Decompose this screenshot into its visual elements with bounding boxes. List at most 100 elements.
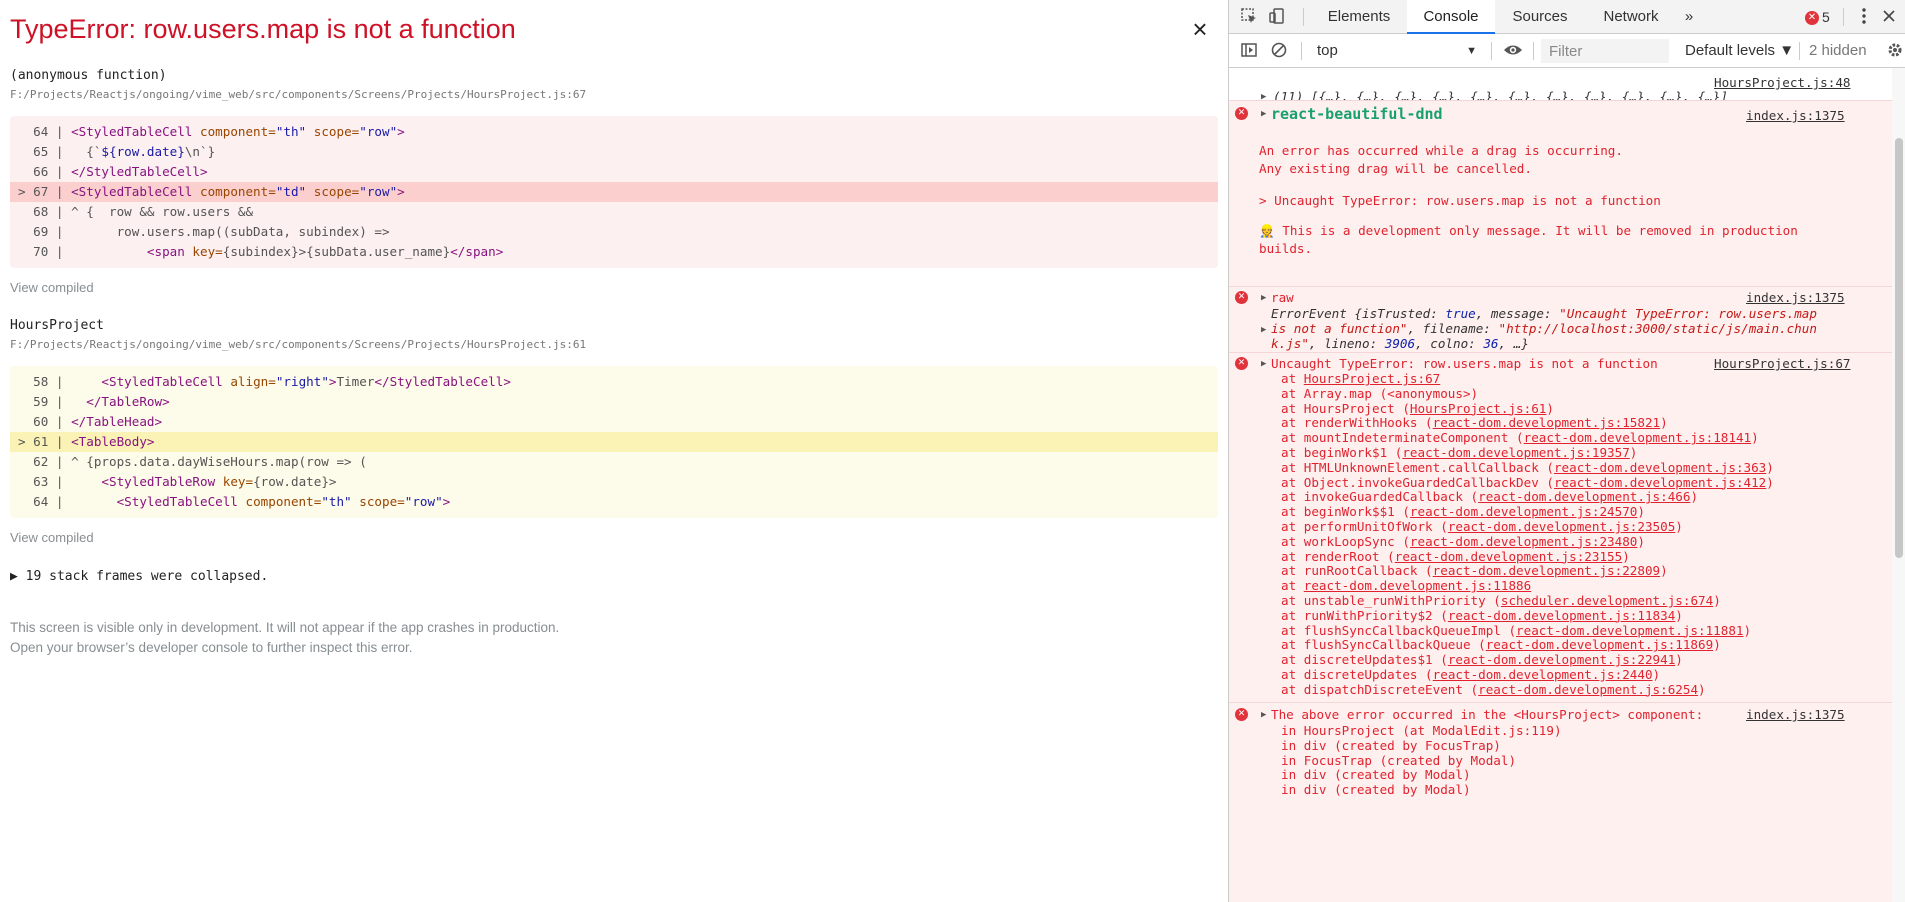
stack-frame-line: at HoursProject (HoursProject.js:61) xyxy=(1281,401,1554,416)
stack-frame-link[interactable]: react-dom.development.js:363 xyxy=(1554,460,1766,475)
code-line: 63 | <StyledTableRow key={row.date}> xyxy=(10,472,1218,492)
log-levels-dropdown[interactable]: Default levels ▼ xyxy=(1685,39,1794,63)
code-token: "row" xyxy=(359,124,398,139)
view-compiled-link[interactable]: View compiled xyxy=(10,530,94,545)
clear-console-icon[interactable] xyxy=(1269,41,1289,61)
device-toolbar-icon[interactable] xyxy=(1267,7,1287,27)
more-tabs-button[interactable]: » xyxy=(1677,0,1701,34)
code-token: "right" xyxy=(275,374,329,389)
tab-console[interactable]: Console xyxy=(1407,0,1495,34)
kebab-menu-icon[interactable] xyxy=(1854,7,1874,27)
source-link[interactable]: index.js:1375 xyxy=(1746,707,1845,722)
stack-frame-link[interactable]: react-dom.development.js:19357 xyxy=(1402,445,1629,460)
expand-triangle-icon[interactable]: ▶ xyxy=(1261,293,1266,303)
code-token: </span> xyxy=(450,244,504,259)
source-link[interactable]: HoursProject.js:67 xyxy=(1714,356,1850,371)
stack-frame-link[interactable]: react-dom.development.js:11834 xyxy=(1448,608,1675,623)
error-title: TypeError: row.users.map is not a functi… xyxy=(10,14,516,44)
code-line: 64 | <StyledTableCell component="th" sco… xyxy=(10,492,1218,512)
stack-frame-line: at workLoopSync (react-dom.development.j… xyxy=(1281,534,1645,549)
stack-frame-link[interactable]: react-dom.development.js:412 xyxy=(1554,475,1766,490)
toolbar-separator xyxy=(1843,8,1844,26)
collapsed-frames-toggle[interactable]: ▶ 19 stack frames were collapsed. xyxy=(10,569,268,584)
error-icon: ✕ xyxy=(1805,11,1819,26)
console-error-message: ✕ ▶ react-beautiful-dnd index.js:1375 An… xyxy=(1229,100,1893,286)
stack-frame-link[interactable]: react-dom.development.js:23505 xyxy=(1448,519,1675,534)
stack-frame-path[interactable]: F:/Projects/Reactjs/ongoing/vime_web/src… xyxy=(10,338,586,351)
close-button[interactable]: × xyxy=(1187,16,1213,42)
error-count-badge[interactable]: ✕ 5 xyxy=(1805,8,1830,26)
stack-frame-link[interactable]: HoursProject.js:67 xyxy=(1304,371,1440,386)
console-scrollbar[interactable] xyxy=(1892,68,1905,902)
console-error-message: ✕ ▶ raw index.js:1375 ErrorEvent {isTrus… xyxy=(1229,286,1893,352)
stack-frame-path[interactable]: F:/Projects/Reactjs/ongoing/vime_web/src… xyxy=(10,88,586,101)
expand-triangle-icon[interactable]: ▶ xyxy=(1261,109,1266,119)
stack-frame-link[interactable]: react-dom.development.js:23155 xyxy=(1395,549,1622,564)
raw-error-event: is not a function", filename: "http://lo… xyxy=(1271,321,1817,336)
code-line: 66 | </StyledTableCell> xyxy=(10,162,1218,182)
context-select[interactable]: top ▼ xyxy=(1313,39,1481,63)
line-number: 69 | xyxy=(18,224,72,239)
error-count: 5 xyxy=(1822,9,1830,25)
stack-frame-link[interactable]: react-dom.development.js:22941 xyxy=(1448,652,1675,667)
stack-frame-text: at HoursProject ( xyxy=(1281,400,1410,416)
code-line: 68 | ^ { row && row.users && xyxy=(10,202,1218,222)
toolbar-separator xyxy=(1301,42,1302,60)
code-snippet-1: 64 | <StyledTableCell component="th" sco… xyxy=(10,116,1218,268)
line-number: 66 | xyxy=(18,164,72,179)
dnd-dev-note: 👷 This is a development only message. It… xyxy=(1259,223,1798,239)
stack-frame-link[interactable]: react-dom.development.js:18141 xyxy=(1524,430,1751,445)
expand-triangle-icon[interactable]: ▶ xyxy=(1261,325,1266,335)
inspect-element-icon[interactable] xyxy=(1239,7,1259,27)
stack-frame-text: ) xyxy=(1751,430,1759,446)
expand-triangle-icon[interactable]: ▶ xyxy=(1261,710,1266,720)
filter-input[interactable] xyxy=(1541,39,1669,63)
scrollbar-thumb[interactable] xyxy=(1895,138,1903,558)
stack-frame-line: at beginWork$1 (react-dom.development.js… xyxy=(1281,445,1637,460)
stack-frame-link[interactable]: react-dom.development.js:22809 xyxy=(1433,563,1660,578)
stack-frame-text: ) xyxy=(1766,459,1774,475)
stack-frame-text: ) xyxy=(1675,652,1683,668)
dnd-title[interactable]: react-beautiful-dnd xyxy=(1271,105,1443,123)
code-token: > xyxy=(442,494,451,509)
code-token: </TableRow> xyxy=(86,394,170,409)
stack-frame-link[interactable]: react-dom.development.js:2440 xyxy=(1433,667,1653,682)
stack-frame-link[interactable]: react-dom.development.js:466 xyxy=(1478,489,1690,504)
stack-frame-link[interactable]: react-dom.development.js:11886 xyxy=(1304,578,1531,593)
view-compiled-link[interactable]: View compiled xyxy=(10,280,94,295)
stack-frame-link[interactable]: scheduler.development.js:674 xyxy=(1501,593,1713,608)
tab-network[interactable]: Network xyxy=(1585,0,1677,34)
code-token: <StyledTableCell xyxy=(71,184,200,199)
source-link[interactable]: index.js:1375 xyxy=(1746,108,1845,123)
stack-frame-text: ) xyxy=(1660,563,1668,579)
dev-note-line: This screen is visible only in developme… xyxy=(10,620,560,635)
stack-frame-link[interactable]: react-dom.development.js:24570 xyxy=(1410,504,1637,519)
stack-frame-link[interactable]: react-dom.development.js:15821 xyxy=(1433,415,1660,430)
code-line-highlighted: > 67 | <StyledTableCell component="td" s… xyxy=(10,182,1218,202)
expand-triangle-icon[interactable]: ▶ xyxy=(1261,359,1266,369)
stack-frame-text: at performUnitOfWork ( xyxy=(1281,519,1448,534)
stack-frame-text: ) xyxy=(1713,637,1721,653)
stack-frame-link[interactable]: HoursProject.js:61 xyxy=(1410,401,1546,416)
stack-frame-link[interactable]: react-dom.development.js:11869 xyxy=(1486,637,1713,652)
stack-frame-text: ) xyxy=(1629,445,1638,460)
close-devtools-icon[interactable] xyxy=(1879,7,1899,27)
stack-frame-link[interactable]: react-dom.development.js:23480 xyxy=(1410,534,1637,549)
stack-frame-link[interactable]: react-dom.development.js:11881 xyxy=(1516,623,1743,638)
raw-label[interactable]: raw xyxy=(1271,290,1294,305)
eye-icon[interactable] xyxy=(1503,41,1523,61)
tab-elements[interactable]: Elements xyxy=(1311,0,1407,34)
source-link[interactable]: index.js:1375 xyxy=(1746,290,1845,305)
stack-frame-text: ) xyxy=(1690,489,1699,505)
stack-frame-text: at HTMLUnknownElement.callCallback ( xyxy=(1281,459,1554,475)
line-number: 64 | xyxy=(18,124,72,139)
sidebar-toggle-icon[interactable] xyxy=(1239,41,1259,61)
console-error-message: ✕ ▶ The above error occurred in the <Hou… xyxy=(1229,702,1893,902)
settings-gear-icon[interactable] xyxy=(1885,41,1905,61)
tab-sources[interactable]: Sources xyxy=(1495,0,1585,34)
stack-frame-link[interactable]: react-dom.development.js:6254 xyxy=(1478,682,1698,697)
code-token: align= xyxy=(230,374,276,389)
raw-error-event[interactable]: ErrorEvent {isTrusted: true, message: "U… xyxy=(1271,306,1817,321)
source-link[interactable]: HoursProject.js:48 xyxy=(1714,75,1850,90)
